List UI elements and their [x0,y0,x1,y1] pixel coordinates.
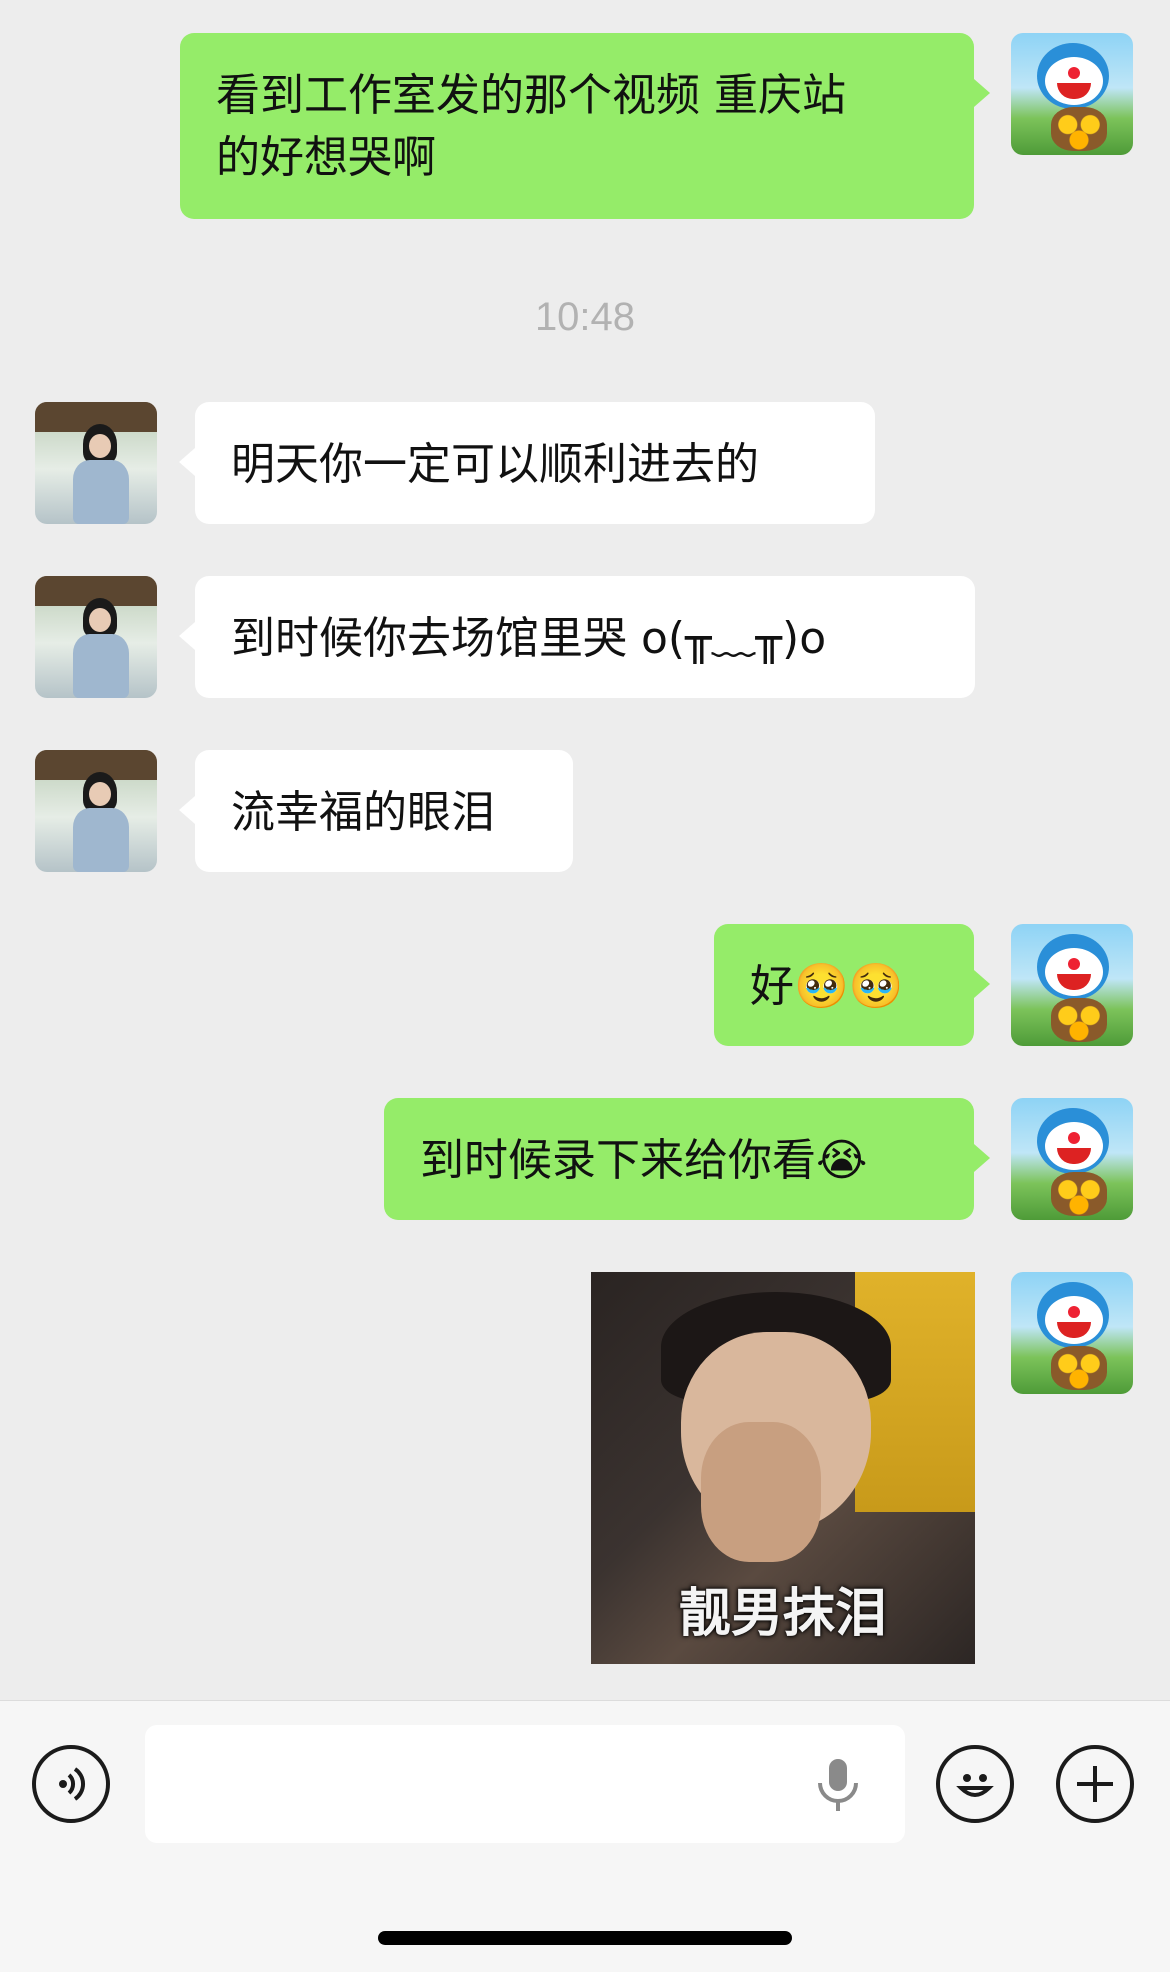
my-avatar[interactable] [1011,33,1133,155]
person-body-icon [73,634,129,698]
contact-avatar[interactable] [35,402,157,524]
person-face-icon [89,782,111,806]
doraemon-nose-icon [1068,67,1080,79]
sunflower-bouquet-icon [1051,107,1107,151]
person-face-icon [89,434,111,458]
chat-area: 看到工作室发的那个视频 重庆站 的好想哭啊 10:48 明天你一定可以顺利进去的… [0,0,1170,1700]
voice-icon [59,1767,85,1801]
message-bubble[interactable]: 到时候录下来给你看😭 [384,1098,990,1220]
voice-button[interactable] [32,1745,110,1823]
message-bubble[interactable]: 明天你一定可以顺利进去的 [179,402,875,524]
message-bubble[interactable]: 流幸福的眼泪 [179,750,573,872]
person-face-icon [89,608,111,632]
message-timestamp: 10:48 [534,295,636,339]
sticker-hand-shape [701,1422,821,1562]
sticker-caption: 靓男抹泪 [678,1584,887,1644]
my-avatar[interactable] [1011,924,1133,1046]
sunflower-bouquet-icon [1051,1346,1107,1390]
sunflower-bouquet-icon [1051,998,1107,1042]
sunflower-bouquet-icon [1051,1172,1107,1216]
mic-icon-svg [818,1759,858,1811]
message-bubble[interactable]: 好🥹🥹 [714,924,990,1046]
doraemon-nose-icon [1068,958,1080,970]
mic-icon[interactable] [810,1755,866,1815]
my-avatar[interactable] [1011,1098,1133,1220]
person-body-icon [73,460,129,524]
message-bubble[interactable]: 到时候你去场馆里哭 o(╥﹏╥)o [179,576,975,698]
input-bar [0,1700,1170,1972]
person-body-icon [73,808,129,872]
doraemon-nose-icon [1068,1132,1080,1144]
plus-icon [1077,1766,1113,1802]
emoji-button[interactable] [936,1745,1014,1823]
home-indicator [378,1931,792,1945]
message-bubble[interactable]: 看到工作室发的那个视频 重庆站 的好想哭啊 [180,33,990,219]
sticker-image[interactable]: 靓男抹泪 [591,1272,975,1664]
message-input[interactable] [145,1725,905,1843]
contact-avatar[interactable] [35,750,157,872]
contact-avatar[interactable] [35,576,157,698]
plus-button[interactable] [1056,1745,1134,1823]
doraemon-nose-icon [1068,1306,1080,1318]
my-avatar[interactable] [1011,1272,1133,1394]
emoji-icon [956,1774,994,1797]
